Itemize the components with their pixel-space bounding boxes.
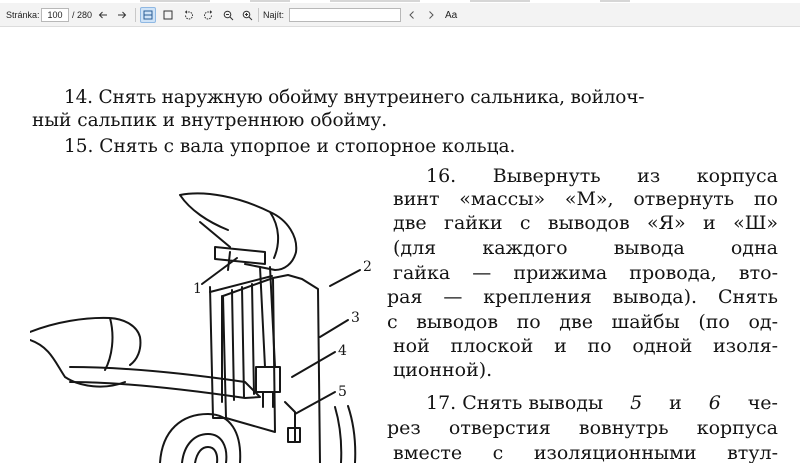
- text-line: гайка — прижима провода, вто-: [393, 262, 778, 284]
- text-line: 14. Снять наружную обойму внутреинего са…: [64, 87, 645, 108]
- figure-label-1: 1: [193, 281, 202, 297]
- chevron-right-icon: [429, 11, 434, 19]
- rotate-left-icon: [184, 9, 193, 19]
- text-fragment: 6: [708, 392, 721, 414]
- text-fragment: и: [669, 392, 682, 414]
- find-previous-button[interactable]: [404, 7, 420, 23]
- arrow-right-icon: [118, 11, 127, 19]
- leader-line-3: [319, 319, 349, 338]
- figure-label-3: 3: [351, 310, 360, 326]
- text-line: ной плоской и по одной изоля-: [393, 335, 778, 357]
- viewer-toolbar: Stránka: / 280 Najít: Aa: [0, 3, 800, 27]
- previous-page-button[interactable]: [95, 7, 111, 23]
- text-fragment: 5: [630, 392, 643, 414]
- find-next-button[interactable]: [423, 7, 439, 23]
- leader-line-1: [201, 257, 238, 285]
- text-fragment: че-: [747, 392, 778, 414]
- page-label: Stránka:: [6, 10, 40, 20]
- lower-hand-sketch: [30, 316, 142, 388]
- toolbar-separator: [135, 8, 136, 22]
- toolbar-separator: [258, 8, 259, 22]
- text-line: рая — крепления вывода). Снять: [387, 286, 778, 308]
- text-line: вместе с изоляционными втул-: [393, 442, 778, 463]
- find-label: Najít:: [263, 10, 285, 20]
- text-line: ный сальпик и внутреннюю обойму.: [32, 110, 388, 131]
- rotate-right-button[interactable]: [200, 7, 216, 23]
- text-fragment: 17. Снять выводы: [426, 392, 604, 414]
- next-page-button[interactable]: [114, 7, 130, 23]
- fit-page-button[interactable]: [160, 7, 176, 23]
- rotate-right-icon: [203, 9, 212, 19]
- puller-screw-sketch: [255, 266, 281, 408]
- technical-illustration: 1 2 3 4 5: [30, 192, 372, 463]
- single-page-view-icon: [143, 10, 153, 20]
- page-total: / 280: [72, 10, 93, 20]
- figure-label-2: 2: [363, 259, 372, 275]
- arrow-left-icon: [98, 11, 107, 19]
- page-number-input[interactable]: [41, 8, 69, 22]
- zoom-in-icon: [242, 10, 252, 20]
- upper-hand-sketch: [179, 192, 298, 271]
- single-page-view-button[interactable]: [140, 7, 156, 23]
- page-fit-icon: [163, 10, 173, 20]
- document-page: 14. Снять наружную обойму внутреинего са…: [0, 27, 800, 463]
- find-input[interactable]: [289, 8, 401, 22]
- text-line: 17. Снять выводы 5 и 6 че-: [426, 392, 778, 415]
- zoom-out-button[interactable]: [220, 7, 236, 23]
- zoom-out-icon: [223, 10, 233, 20]
- text-line: с выводов по две шайбы (по од-: [387, 311, 778, 333]
- text-line: (для каждого вывода одна: [393, 237, 778, 259]
- text-line: рез отверстия вовнутрь корпуса: [387, 417, 778, 439]
- text-line: 15. Снять с вала упорпое и стопорное кол…: [64, 136, 516, 157]
- leader-line-5: [294, 391, 336, 415]
- figure-label-5: 5: [338, 384, 347, 400]
- zoom-in-button[interactable]: [239, 7, 255, 23]
- rotate-left-button[interactable]: [180, 7, 196, 23]
- leader-line-2: [329, 269, 361, 287]
- leader-line-4: [291, 351, 336, 378]
- text-options-icon: Aa: [445, 9, 458, 21]
- figure-label-4: 4: [338, 343, 347, 359]
- text-line: ционной).: [393, 359, 493, 381]
- text-line: 16. Вывернуть из корпуса: [426, 165, 778, 187]
- housing-frame-sketch: [209, 274, 321, 463]
- text-line: винт «массы» «М», отвернуть по: [393, 188, 778, 210]
- armature-wheel-sketch: [159, 413, 242, 463]
- text-line: две гайки с выводов «Я» и «Ш»: [393, 212, 778, 234]
- chevron-left-icon: [409, 11, 414, 19]
- text-options-button[interactable]: Aa: [445, 3, 457, 27]
- wrench-handle-sketch: [69, 366, 261, 399]
